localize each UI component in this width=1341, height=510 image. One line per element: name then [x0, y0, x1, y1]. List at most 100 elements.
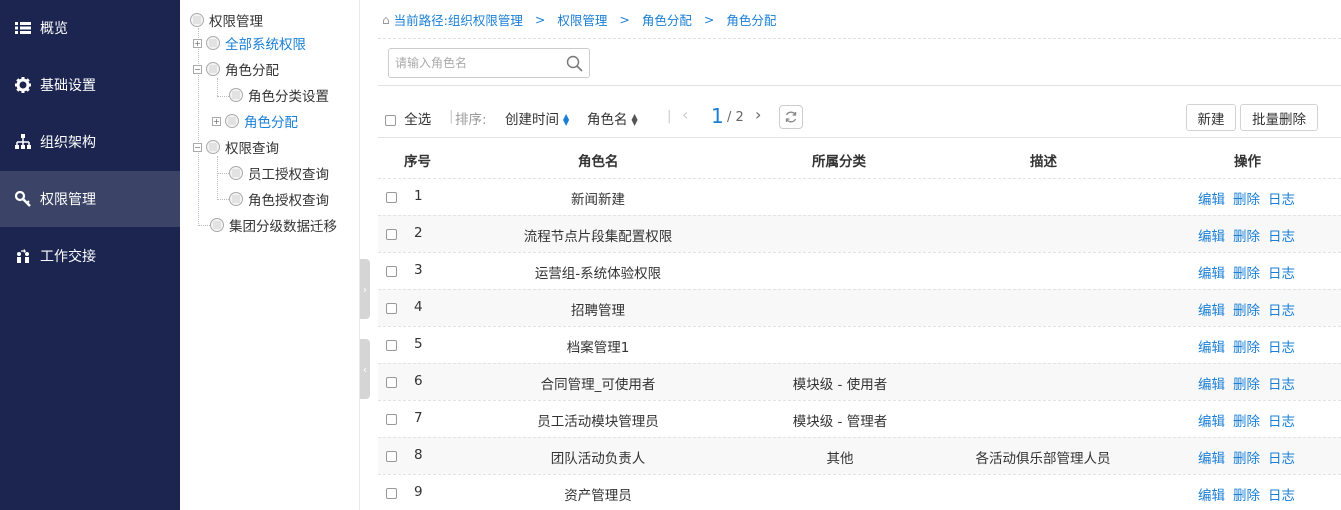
table-row: 4 招聘管理 编辑 删除 日志 — [378, 289, 1341, 326]
row-operations: 编辑 删除 日志 — [1198, 484, 1303, 504]
table-row: 9 资产管理员 编辑 删除 日志 — [378, 474, 1341, 510]
log-link[interactable]: 日志 — [1268, 192, 1295, 208]
delete-link[interactable]: 删除 — [1233, 377, 1260, 393]
main-content: ⌂ 当前路径: 组织权限管理 > 权限管理 > 角色分配 > 角色分配 全选 |… — [378, 0, 1341, 510]
nav-item-permission-management[interactable]: 权限管理 — [0, 171, 180, 227]
log-link[interactable]: 日志 — [1268, 340, 1295, 356]
select-all[interactable]: 全选 — [385, 108, 431, 128]
nav-item-overview[interactable]: 概览 — [0, 0, 180, 56]
log-link[interactable]: 日志 — [1268, 229, 1295, 245]
row-checkbox[interactable] — [386, 228, 397, 240]
row-checkbox[interactable] — [386, 413, 397, 425]
log-link[interactable]: 日志 — [1268, 377, 1295, 393]
refresh-button[interactable] — [779, 105, 803, 129]
row-checkbox[interactable] — [386, 191, 397, 203]
next-page-button[interactable]: › — [755, 105, 761, 124]
delete-link[interactable]: 删除 — [1233, 488, 1260, 504]
log-link[interactable]: 日志 — [1268, 266, 1295, 282]
toolbar-divider: | — [667, 108, 672, 124]
delete-link[interactable]: 删除 — [1233, 229, 1260, 245]
folder-icon — [206, 62, 220, 76]
batch-delete-button[interactable]: 批量删除 — [1240, 104, 1318, 131]
org-chart-icon — [14, 133, 32, 151]
nav-item-work-handover[interactable]: 工作交接 — [0, 228, 180, 284]
tree-node-role-category-settings[interactable]: 角色分类设置 — [229, 85, 329, 105]
folder-icon — [206, 36, 220, 50]
total-pages: / 2 — [727, 110, 744, 125]
edit-link[interactable]: 编辑 — [1198, 229, 1225, 245]
prev-page-button[interactable]: ‹ — [682, 105, 688, 124]
breadcrumb-item: 角色分配 — [726, 13, 777, 28]
nav-item-basic-settings[interactable]: 基础设置 — [0, 57, 180, 113]
nav-item-org-structure[interactable]: 组织架构 — [0, 114, 180, 170]
row-role-name: 运营组-系统体验权限 — [534, 266, 662, 282]
collapse-panel-handle[interactable]: ‹ — [360, 339, 370, 399]
list-icon — [14, 19, 32, 37]
tree-node-permission-query[interactable]: − 权限查询 — [193, 137, 279, 157]
delete-link[interactable]: 删除 — [1233, 266, 1260, 282]
edit-link[interactable]: 编辑 — [1198, 488, 1225, 504]
sort-by-created-time[interactable]: 创建时间 ▲ ▼ — [505, 108, 569, 128]
header-index: 序号 — [404, 154, 431, 170]
new-role-button[interactable]: 新建 — [1186, 104, 1236, 131]
table-row: 1 新闻新建 编辑 删除 日志 — [378, 178, 1341, 215]
delete-link[interactable]: 删除 — [1233, 340, 1260, 356]
collapse-icon[interactable]: − — [193, 142, 202, 152]
log-link[interactable]: 日志 — [1268, 303, 1295, 319]
tree-node-all-permissions[interactable]: + 全部系统权限 — [193, 33, 306, 53]
row-category: 模块级 - 管理者 — [792, 414, 888, 430]
breadcrumb-separator: > — [703, 12, 715, 27]
row-checkbox[interactable] — [386, 487, 397, 499]
row-category: 其他 — [826, 451, 854, 467]
role-search-box — [388, 48, 590, 78]
delete-link[interactable]: 删除 — [1233, 451, 1260, 467]
row-checkbox[interactable] — [386, 339, 397, 351]
home-icon: ⌂ — [382, 12, 390, 27]
row-checkbox[interactable] — [386, 376, 397, 388]
edit-link[interactable]: 编辑 — [1198, 266, 1225, 282]
log-link[interactable]: 日志 — [1268, 414, 1295, 430]
edit-link[interactable]: 编辑 — [1198, 414, 1225, 430]
tree-node-employee-auth-query[interactable]: 员工授权查询 — [229, 163, 329, 183]
breadcrumb: ⌂ 当前路径: 组织权限管理 > 权限管理 > 角色分配 > 角色分配 — [382, 10, 776, 29]
log-link[interactable]: 日志 — [1268, 488, 1295, 504]
tree-node-group-migration[interactable]: 集团分级数据迁移 — [210, 215, 337, 235]
row-checkbox[interactable] — [386, 450, 397, 462]
header-operations: 操作 — [1234, 154, 1261, 170]
delete-link[interactable]: 删除 — [1233, 414, 1260, 430]
role-search-input[interactable] — [389, 49, 559, 77]
select-all-checkbox[interactable] — [385, 114, 396, 126]
collapse-icon[interactable]: − — [193, 64, 202, 74]
tree-node-role-auth-query[interactable]: 角色授权查询 — [229, 189, 329, 209]
row-index: 8 — [414, 447, 423, 463]
gear-icon — [14, 76, 32, 94]
row-checkbox[interactable] — [386, 265, 397, 277]
edit-link[interactable]: 编辑 — [1198, 451, 1225, 467]
search-icon[interactable] — [566, 55, 583, 76]
row-index: 7 — [414, 410, 423, 426]
tree-node-role-assign-child[interactable]: + 角色分配 — [212, 111, 298, 131]
sort-by-role-name[interactable]: 角色名 ▲ ▼ — [587, 108, 638, 128]
table-row: 7 员工活动模块管理员 模块级 - 管理者 编辑 删除 日志 — [378, 400, 1341, 437]
expand-panel-handle[interactable]: › — [360, 259, 370, 319]
delete-link[interactable]: 删除 — [1233, 192, 1260, 208]
row-index: 9 — [414, 484, 423, 500]
folder-icon — [190, 13, 204, 27]
edit-link[interactable]: 编辑 — [1198, 192, 1225, 208]
tree-node-root[interactable]: 权限管理 — [190, 10, 263, 30]
header-category: 所属分类 — [812, 154, 866, 170]
edit-link[interactable]: 编辑 — [1198, 377, 1225, 393]
row-operations: 编辑 删除 日志 — [1198, 373, 1303, 393]
breadcrumb-item[interactable]: 组织权限管理 — [448, 10, 523, 29]
expand-icon[interactable]: + — [193, 38, 202, 48]
tree-node-role-assign[interactable]: − 角色分配 — [193, 59, 279, 79]
row-checkbox[interactable] — [386, 302, 397, 314]
delete-link[interactable]: 删除 — [1233, 303, 1260, 319]
breadcrumb-item[interactable]: 权限管理 — [557, 10, 607, 29]
edit-link[interactable]: 编辑 — [1198, 303, 1225, 319]
log-link[interactable]: 日志 — [1268, 451, 1295, 467]
row-operations: 编辑 删除 日志 — [1198, 410, 1303, 430]
breadcrumb-item[interactable]: 角色分配 — [642, 10, 692, 29]
edit-link[interactable]: 编辑 — [1198, 340, 1225, 356]
expand-icon[interactable]: + — [212, 116, 221, 126]
